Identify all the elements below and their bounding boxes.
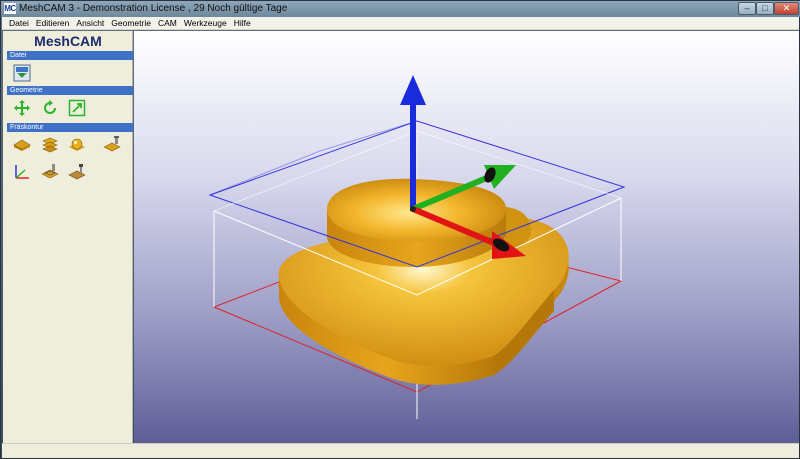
set-stock-icon[interactable]: [13, 135, 31, 153]
machine-depth-icon[interactable]: [103, 135, 121, 153]
menu-editieren[interactable]: Editieren: [33, 18, 73, 28]
menu-hilfe[interactable]: Hilfe: [231, 18, 254, 28]
move-icon[interactable]: [13, 99, 31, 117]
post-process-icon[interactable]: [68, 163, 86, 181]
menu-ansicht[interactable]: Ansicht: [73, 18, 107, 28]
tool-sidebar: MeshCAM Datei Geometrie Fräskontur: [3, 31, 133, 443]
open-file-icon[interactable]: [13, 64, 31, 82]
window-title: MeshCAM 3 - Demonstration License , 29 N…: [19, 3, 288, 14]
rotate-icon[interactable]: [41, 99, 59, 117]
app-logo: MeshCAM: [34, 33, 102, 49]
section-header-fraeskontur: Fräskontur: [7, 123, 133, 132]
title-bar[interactable]: MC MeshCAM 3 - Demonstration License , 2…: [1, 1, 800, 17]
waterline-icon[interactable]: [41, 135, 59, 153]
menu-cam[interactable]: CAM: [155, 18, 180, 28]
maximize-button[interactable]: □: [756, 2, 774, 15]
status-bar: [2, 443, 799, 458]
minimize-button[interactable]: –: [738, 2, 756, 15]
region-icon[interactable]: [68, 135, 86, 153]
model-scene: [208, 75, 626, 419]
app-icon[interactable]: MC: [4, 3, 16, 14]
toolpath-icon[interactable]: [41, 163, 59, 181]
part-model[interactable]: [278, 178, 569, 385]
scale-icon[interactable]: [68, 99, 86, 117]
close-button[interactable]: ✕: [774, 2, 799, 15]
menu-bar: Datei Editieren Ansicht Geometrie CAM We…: [2, 17, 799, 30]
app-window: MC MeshCAM 3 - Demonstration License , 2…: [0, 0, 800, 459]
menu-geometrie[interactable]: Geometrie: [108, 18, 154, 28]
menu-datei[interactable]: Datei: [6, 18, 32, 28]
section-header-geometrie: Geometrie: [7, 86, 133, 95]
origin-icon[interactable]: [13, 163, 31, 181]
menu-werkzeuge[interactable]: Werkzeuge: [181, 18, 230, 28]
3d-viewport[interactable]: [134, 31, 799, 443]
section-header-datei: Datei: [7, 51, 133, 60]
